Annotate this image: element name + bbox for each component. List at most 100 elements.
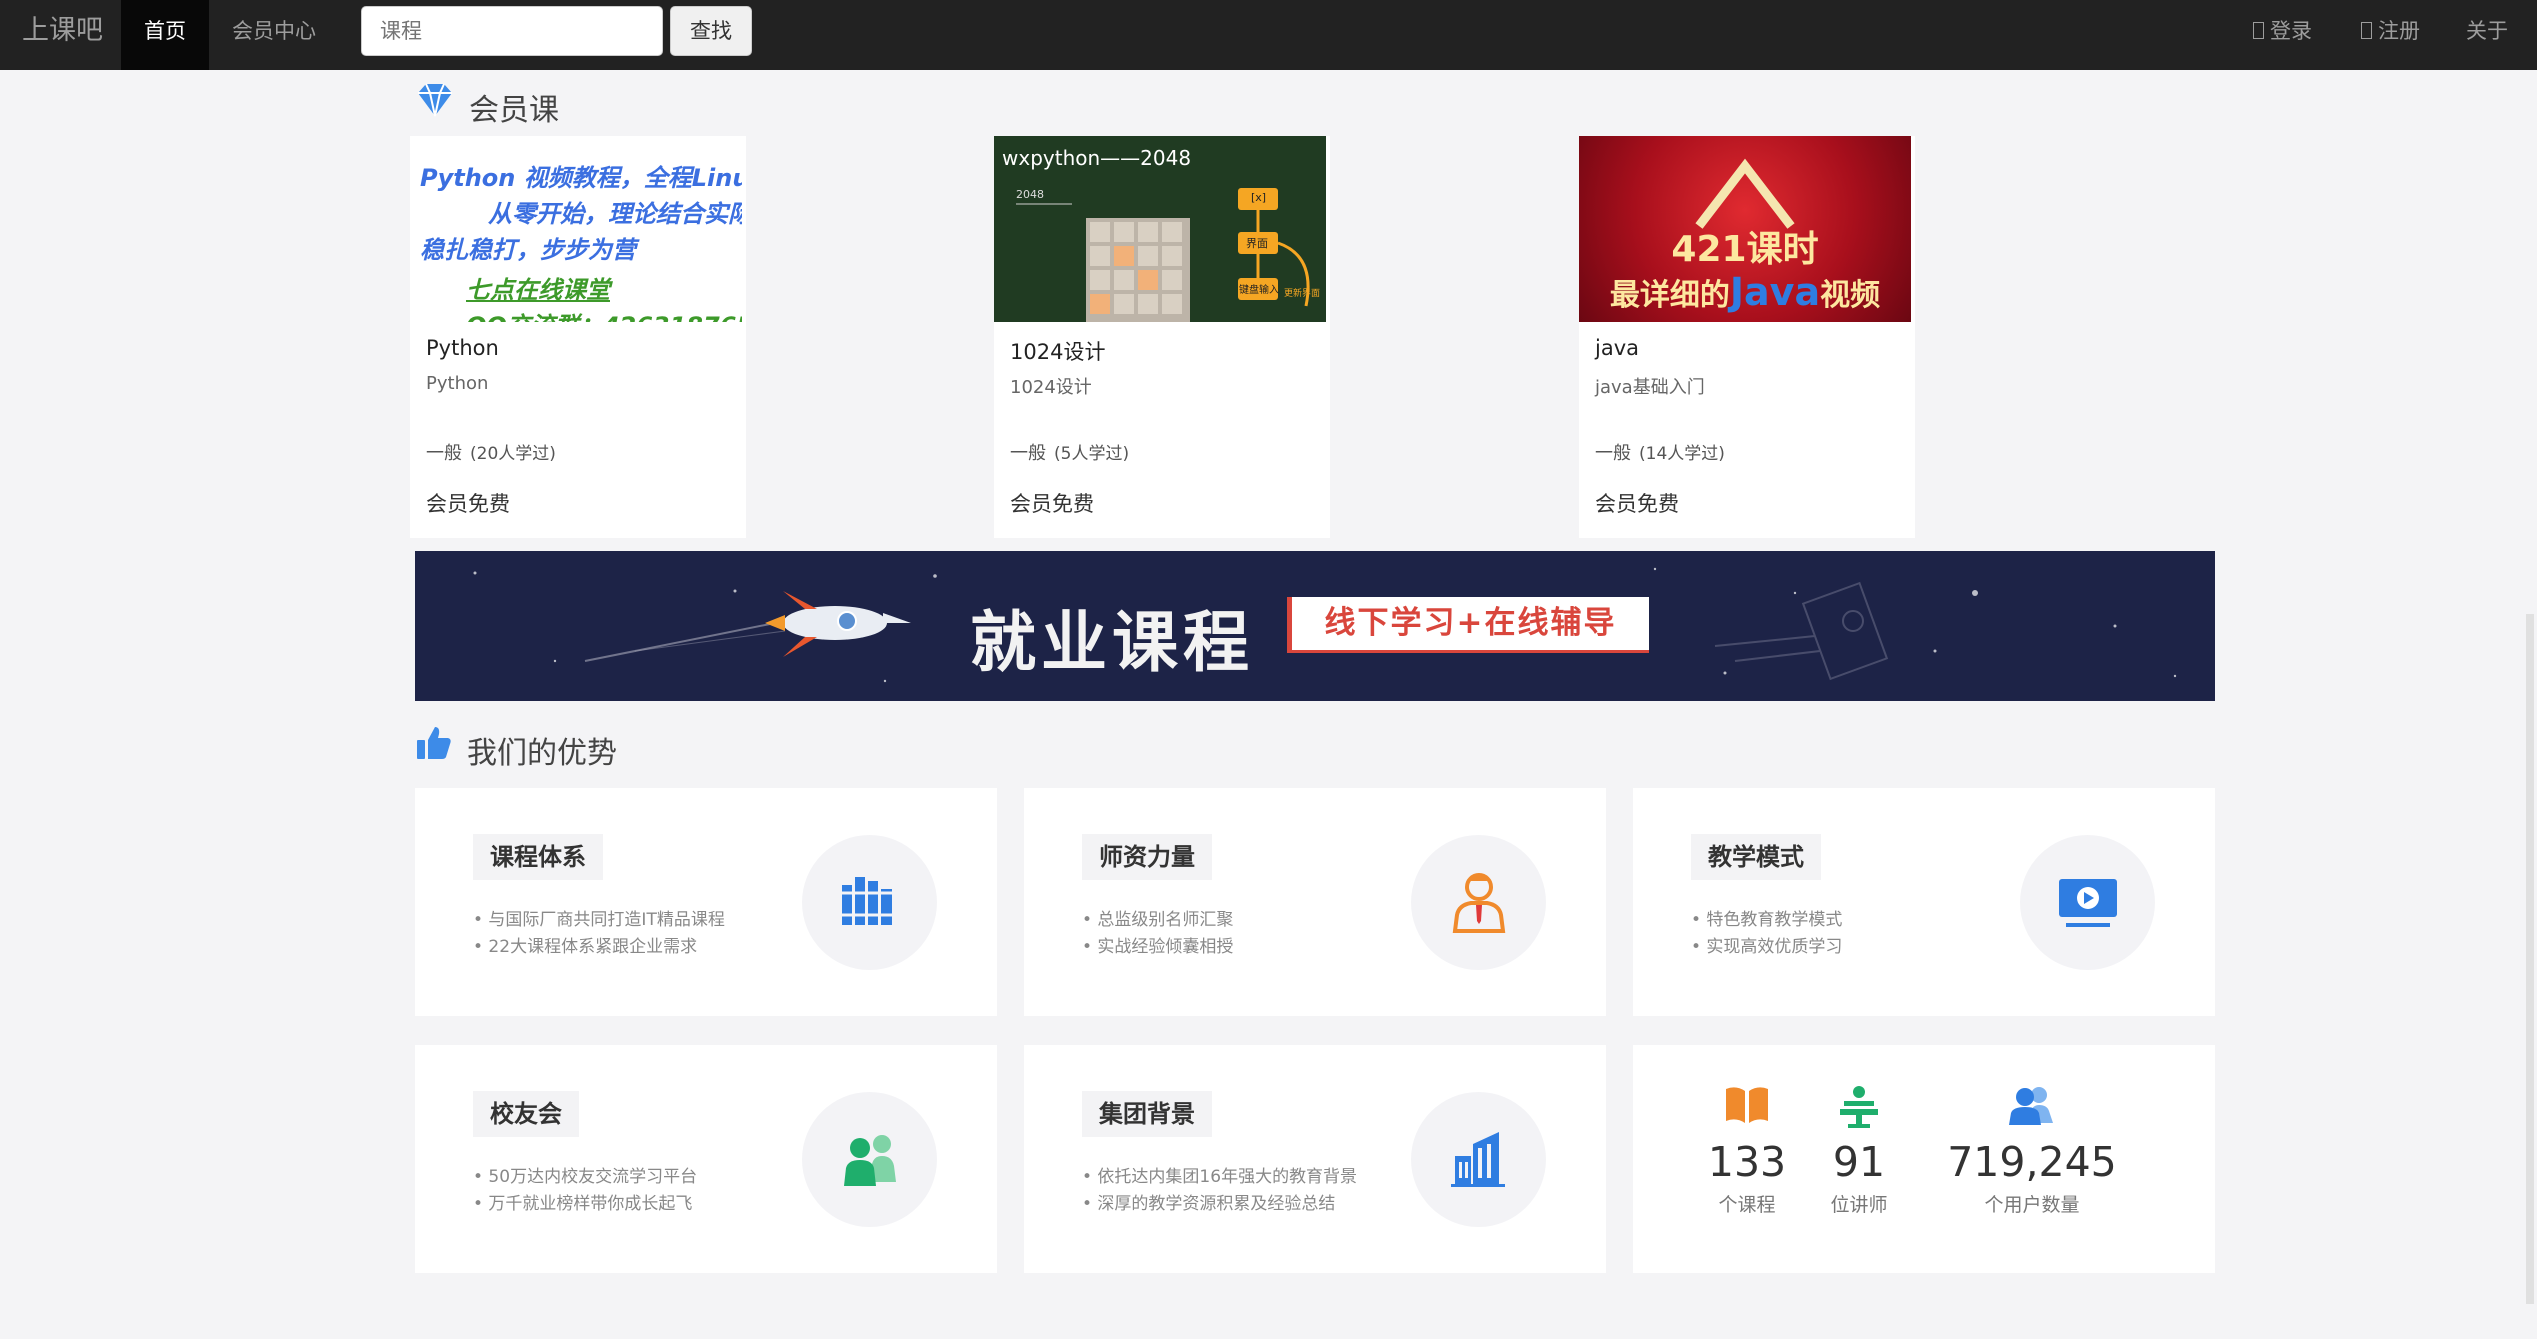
search-button[interactable]: 查找 (670, 6, 752, 56)
course-card-1024[interactable]: wxpython——2048 2048 [x] 界面 键盘输入 更新界面 102… (994, 136, 1330, 538)
stats-card: 133 个课程 91 位讲师 719,245 个用户数量 (1633, 1045, 2215, 1273)
books-icon (842, 877, 892, 925)
stat-value: 719,245 (1947, 1138, 2117, 1186)
search-input[interactable] (361, 6, 663, 56)
stat-label: 位讲师 (1830, 1194, 1888, 1216)
advantage-card-line: • 深厚的教学资源积累及经验总结 (1082, 1194, 1336, 1214)
advantage-section-title: 我们的优势 (467, 736, 617, 771)
course-learned-count: (14人学过) (1639, 444, 1725, 464)
open-book-icon (1726, 1087, 1768, 1123)
advantage-card-line: • 依托达内集团16年强大的教育背景 (1082, 1167, 1358, 1187)
course-level: 一般 (20人学过) (426, 439, 556, 465)
thumbs-up-icon (417, 727, 451, 759)
thumb-text: 从零开始，理论结合实际 (488, 200, 742, 228)
course-thumbnail[interactable]: 421课时 最详细的Java视频 (1579, 136, 1911, 322)
diamond-icon (418, 83, 452, 117)
advantage-icon-circle (1411, 1092, 1546, 1227)
thumb-caption: 最详细的Java视频 (1579, 270, 1911, 314)
advantage-card-teaching-mode: 教学模式 • 特色教育教学模式 • 实现高效优质学习 (1633, 788, 2215, 1016)
advantage-card-title: 校友会 (473, 1091, 579, 1137)
advantage-card-group-background: 集团背景 • 依托达内集团16年强大的教育背景 • 深厚的教学资源积累及经验总结 (1024, 1045, 1606, 1273)
advantage-card-line: • 总监级别名师汇聚 (1082, 910, 1234, 930)
advantage-card-line: • 实战经验倾囊相授 (1082, 937, 1234, 957)
course-thumbnail[interactable]: Python 视频教程，全程Linux教学 从零开始，理论结合实际 稳扎稳打，步… (410, 136, 742, 322)
advantage-card-line: • 特色教育教学模式 (1691, 910, 1843, 930)
stat-value: 91 (1832, 1138, 1886, 1186)
course-level: 一般 (14人学过) (1595, 439, 1725, 465)
course-level-label: 一般 (426, 443, 462, 464)
pencil-icon (2361, 22, 2372, 39)
course-name[interactable]: java (1595, 336, 1639, 360)
lecturer-icon (1840, 1086, 1878, 1128)
thumb-text: Python 视频教程，全程Linux教学 (420, 164, 742, 192)
advantage-card-line: • 22大课程体系紧跟企业需求 (473, 937, 698, 957)
banner-tag: 线下学习+在线辅导 (1287, 597, 1649, 653)
nav-about[interactable]: 关于 (2466, 0, 2508, 70)
employment-course-banner[interactable]: 就业课程 线下学习+在线辅导 (415, 551, 2215, 701)
course-name[interactable]: 1024设计 (1010, 336, 1105, 366)
course-card-python[interactable]: Python 视频教程，全程Linux教学 从零开始，理论结合实际 稳扎稳打，步… (410, 136, 746, 538)
thumb-text: 视频 (1820, 278, 1881, 313)
course-level-label: 一般 (1595, 443, 1631, 464)
stat-lecturers: 91 位讲师 (1809, 1138, 1909, 1217)
nav-login[interactable]: 登录 (2253, 0, 2312, 70)
thumb-text: 最详细的 (1609, 278, 1730, 313)
course-subtitle: Python (426, 373, 489, 394)
course-thumbnail[interactable]: wxpython——2048 2048 [x] 界面 键盘输入 更新界面 (994, 136, 1326, 322)
page-scrollbar[interactable] (2526, 614, 2534, 1304)
course-subtitle: 1024设计 (1010, 377, 1092, 398)
video-screen-icon (2059, 879, 2117, 927)
stat-users: 719,245 个用户数量 (1947, 1138, 2117, 1217)
advantage-card-line: • 50万达内校友交流学习平台 (473, 1167, 698, 1187)
course-level-label: 一般 (1010, 443, 1046, 464)
advantage-card-line: • 与国际厂商共同打造IT精品课程 (473, 910, 725, 930)
advantage-card-alumni: 校友会 • 50万达内校友交流学习平台 • 万千就业榜样带你成长起飞 (415, 1045, 997, 1273)
course-subtitle: java基础入门 (1595, 377, 1705, 398)
course-learned-count: (20人学过) (470, 444, 556, 464)
navbar: 上课吧 首页 会员中心 查找 登录 注册 关于 (0, 0, 2537, 70)
stat-value: 133 (1707, 1138, 1787, 1186)
users-group-icon (844, 1135, 896, 1186)
course-learned-count: (5人学过) (1054, 444, 1130, 464)
advantage-card-line: • 万千就业榜样带你成长起飞 (473, 1194, 693, 1214)
brand-logo[interactable]: 上课吧 (0, 0, 125, 70)
thumb-text: 稳扎稳打，步步为营 (420, 236, 636, 264)
advantage-card-line: • 实现高效优质学习 (1691, 937, 1843, 957)
thumb-text: 更新界面 (1284, 289, 1321, 299)
course-card-java[interactable]: 421课时 最详细的Java视频 java java基础入门 一般 (14人学过)… (1579, 136, 1915, 538)
banner-title: 就业课程 (970, 604, 1254, 681)
thumb-text: Java (1729, 270, 1821, 314)
stat-courses: 133 个课程 (1697, 1138, 1797, 1217)
nav-register-label: 注册 (2378, 19, 2420, 43)
advantage-card-title: 教学模式 (1691, 834, 1821, 880)
advantage-card-title: 师资力量 (1082, 834, 1212, 880)
thumb-text: 键盘输入 (1239, 285, 1279, 296)
advantage-icon-circle (802, 1092, 937, 1227)
nav-member-center[interactable]: 会员中心 (210, 0, 338, 70)
teacher-icon (1452, 873, 1506, 933)
advantage-card-course-system: 课程体系 • 与国际厂商共同打造IT精品课程 • 22大课程体系紧跟企业需求 (415, 788, 997, 1016)
advantage-icon-circle (2020, 835, 2155, 970)
thumb-text: 七点在线课堂 (466, 276, 610, 304)
thumb-text: QQ交流群：426318765 (466, 306, 742, 322)
course-price: 会员免费 (426, 492, 510, 516)
thumb-text: 界面 (1246, 237, 1268, 250)
nav-register[interactable]: 注册 (2361, 0, 2420, 70)
course-price: 会员免费 (1010, 492, 1094, 516)
course-level: 一般 (5人学过) (1010, 439, 1129, 465)
thumb-text: [x] (1251, 191, 1267, 204)
course-price: 会员免费 (1595, 492, 1679, 516)
stat-label: 个用户数量 (1984, 1194, 2080, 1216)
course-name[interactable]: Python (426, 336, 499, 360)
thumb-text: 421课时 (1671, 229, 1819, 270)
advantage-icon-circle (1411, 835, 1546, 970)
nav-login-label: 登录 (2270, 19, 2312, 43)
advantage-icon-circle (802, 835, 937, 970)
advantage-card-teachers: 师资力量 • 总监级别名师汇聚 • 实战经验倾囊相授 (1024, 788, 1606, 1016)
nav-home[interactable]: 首页 (121, 0, 209, 70)
advantage-card-title: 集团背景 (1082, 1091, 1212, 1137)
member-section-title: 会员课 (469, 93, 559, 128)
stat-label: 个课程 (1718, 1194, 1776, 1216)
users-icon (2009, 1087, 2053, 1125)
advantage-card-title: 课程体系 (473, 834, 603, 880)
